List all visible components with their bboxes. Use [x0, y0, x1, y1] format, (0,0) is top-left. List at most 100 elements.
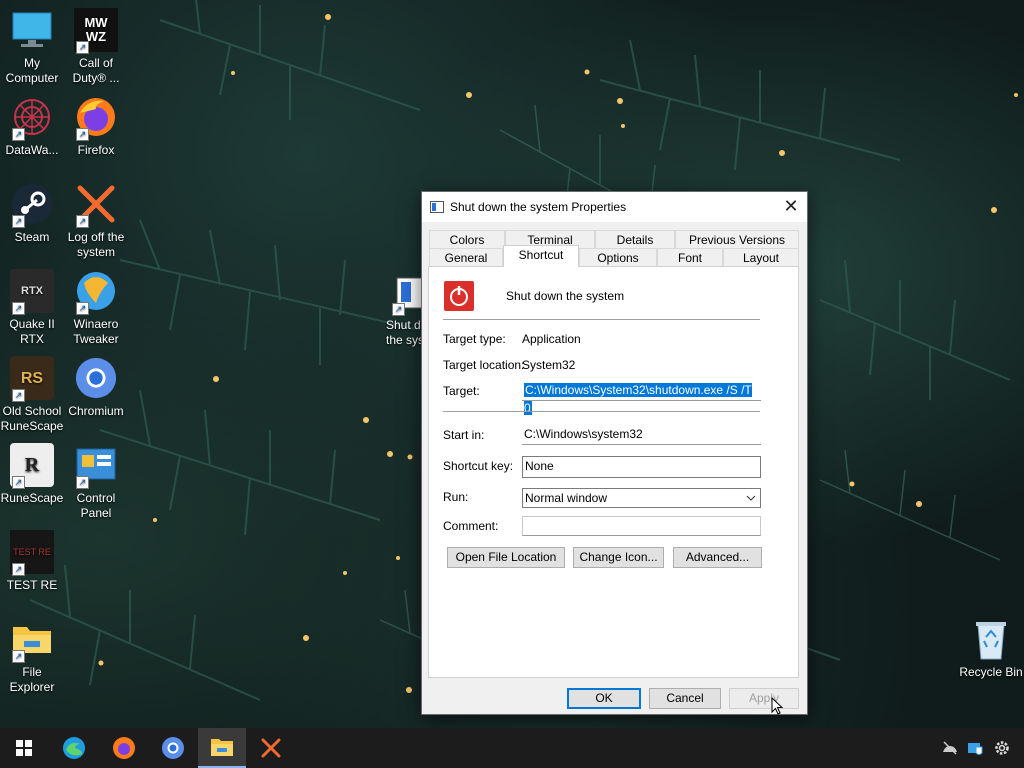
desktop-icon-datawarp[interactable]: ↗ DataWa... [0, 95, 64, 158]
desktop-icon-label: Old School RuneScape [0, 404, 64, 433]
runescape-icon: R [24, 453, 40, 476]
desktop-icon-log-off[interactable]: ↗ Log off the system [64, 182, 128, 260]
shortcut-arrow-icon: ↗ [76, 476, 89, 489]
taskbar-firefox[interactable] [100, 728, 148, 768]
desktop-icon-label: Log off the system [67, 230, 125, 259]
desktop-icon-chromium[interactable]: Chromium [64, 356, 128, 419]
chevron-down-icon [746, 495, 756, 501]
desktop-icon-firefox[interactable]: ↗ Firefox [64, 95, 128, 158]
desktop-icon-call-of-duty[interactable]: MW WZ ↗ Call of Duty® ... [64, 8, 128, 86]
shortcut-arrow-icon: ↗ [12, 389, 25, 402]
taskbar-edge[interactable] [50, 728, 98, 768]
advanced-button[interactable]: Advanced... [673, 547, 762, 568]
taskbar-log-off[interactable] [247, 728, 295, 768]
dialog-title: Shut down the system Properties [450, 200, 627, 214]
edge-icon [63, 737, 85, 759]
desktop-icon-label: Quake II RTX [9, 317, 55, 346]
mouse-cursor-icon [771, 697, 783, 715]
shortcut-arrow-icon: ↗ [12, 650, 25, 663]
firefox-icon [113, 737, 135, 759]
dialog-titlebar[interactable]: Shut down the system Properties ✕ [422, 192, 807, 222]
desktop-icon-my-computer[interactable]: My Computer [0, 8, 64, 86]
shortcut-window-icon [430, 201, 444, 213]
target-input[interactable]: C:\Windows\System32\shutdown.exe /S /T 0 [522, 381, 761, 415]
taskbar [0, 728, 1024, 768]
file-explorer-icon [211, 739, 233, 756]
tab-layout[interactable]: Layout [723, 248, 799, 266]
tab-shortcut[interactable]: Shortcut [503, 245, 579, 267]
desktop-icon-quake[interactable]: RTX ↗ Quake II RTX [0, 269, 64, 347]
shortcut-arrow-icon: ↗ [12, 302, 25, 315]
tab-general[interactable]: General [429, 248, 503, 266]
start-in-input[interactable]: C:\Windows\system32 [522, 425, 761, 445]
shortcut-key-label: Shortcut key: [443, 459, 514, 473]
desktop-icon-test-re[interactable]: TEST RE ↗ TEST RE [0, 530, 64, 593]
cod-warzone-icon: MW WZ [84, 15, 108, 44]
properties-dialog: Shut down the system Properties ✕ Colors… [421, 191, 808, 715]
tab-colors[interactable]: Colors [429, 230, 505, 248]
shortcut-arrow-icon: ↗ [392, 303, 405, 316]
power-icon [444, 281, 474, 311]
desktop-icon-file-explorer[interactable]: ↗ File Explorer [0, 617, 64, 695]
tab-details[interactable]: Details [595, 230, 675, 248]
desktop-icon-shut-down-shortcut[interactable]: ↗ Shut d the sys [376, 270, 429, 348]
run-select-value: Normal window [525, 491, 608, 505]
quake-icon: RTX [21, 284, 43, 297]
desktop-icon-label: Recycle Bin [959, 665, 1023, 679]
desktop-icon-osrs[interactable]: RS ↗ Old School RuneScape [0, 356, 64, 434]
target-type-label: Target type: [443, 332, 506, 346]
desktop-icon-label: Control Panel [76, 491, 116, 520]
apply-button[interactable]: Apply [729, 688, 799, 709]
tab-previous-versions[interactable]: Previous Versions [675, 230, 799, 248]
start-button[interactable] [0, 728, 48, 768]
start-in-label: Start in: [443, 428, 485, 442]
comment-input[interactable] [522, 516, 761, 536]
taskbar-file-explorer[interactable] [198, 728, 246, 768]
target-label: Target: [443, 384, 480, 398]
shortcut-key-input[interactable]: None [522, 456, 761, 478]
test-re-icon: TEST RE [13, 546, 51, 557]
red-x-icon [261, 738, 281, 758]
desktop-icon-label: TEST RE [6, 578, 58, 592]
taskbar-chromium[interactable] [149, 728, 197, 768]
divider [443, 319, 760, 320]
shortcut-arrow-icon: ↗ [76, 41, 89, 54]
close-icon: ✕ [783, 196, 799, 216]
close-button[interactable]: ✕ [779, 195, 803, 219]
tray-settings[interactable] [982, 728, 1022, 768]
osrs-icon: RS [20, 369, 44, 387]
settings-gear-icon [995, 741, 1009, 755]
chromium-icon [162, 737, 184, 759]
desktop-icon-label: Call of Duty® ... [72, 56, 120, 85]
desktop-icon-label: Firefox [77, 143, 115, 157]
shortcut-arrow-icon: ↗ [76, 302, 89, 315]
desktop-icon-label: Chromium [68, 404, 124, 418]
desktop-icon-runescape[interactable]: R ↗ RuneScape [0, 443, 64, 506]
desktop-icon-label: RuneScape [0, 491, 64, 505]
run-select[interactable]: Normal window [522, 488, 761, 508]
ok-button[interactable]: OK [567, 688, 641, 709]
cancel-button[interactable]: Cancel [649, 688, 721, 709]
monitor-icon [12, 12, 52, 47]
desktop-icon-control-panel[interactable]: ↗ Control Panel [64, 443, 128, 521]
tab-font[interactable]: Font [657, 248, 723, 266]
desktop-icon-recycle-bin[interactable]: Recycle Bin [958, 617, 1024, 680]
desktop-icon-label: Steam [14, 230, 50, 244]
tab-options[interactable]: Options [579, 248, 657, 266]
desktop-icon-label: My Computer [5, 56, 59, 85]
open-file-location-button[interactable]: Open File Location [447, 547, 565, 568]
desktop-icon-label: Winaero Tweaker [73, 317, 119, 346]
recycle-bin-icon [976, 622, 1006, 660]
shortcut-arrow-icon: ↗ [76, 215, 89, 228]
desktop-icon-label: DataWa... [5, 143, 59, 157]
desktop-icon-winaero[interactable]: ↗ Winaero Tweaker [64, 269, 128, 347]
comment-label: Comment: [443, 519, 499, 533]
run-label: Run: [443, 490, 469, 504]
start-icon [16, 740, 32, 756]
desktop-icon-label: Shut d the sys [386, 318, 425, 347]
target-location-label: Target location: [443, 358, 525, 372]
chromium-icon [75, 357, 117, 399]
desktop-icon-label: File Explorer [9, 665, 55, 694]
change-icon-button[interactable]: Change Icon... [573, 547, 664, 568]
desktop-icon-steam[interactable]: ↗ Steam [0, 182, 64, 245]
